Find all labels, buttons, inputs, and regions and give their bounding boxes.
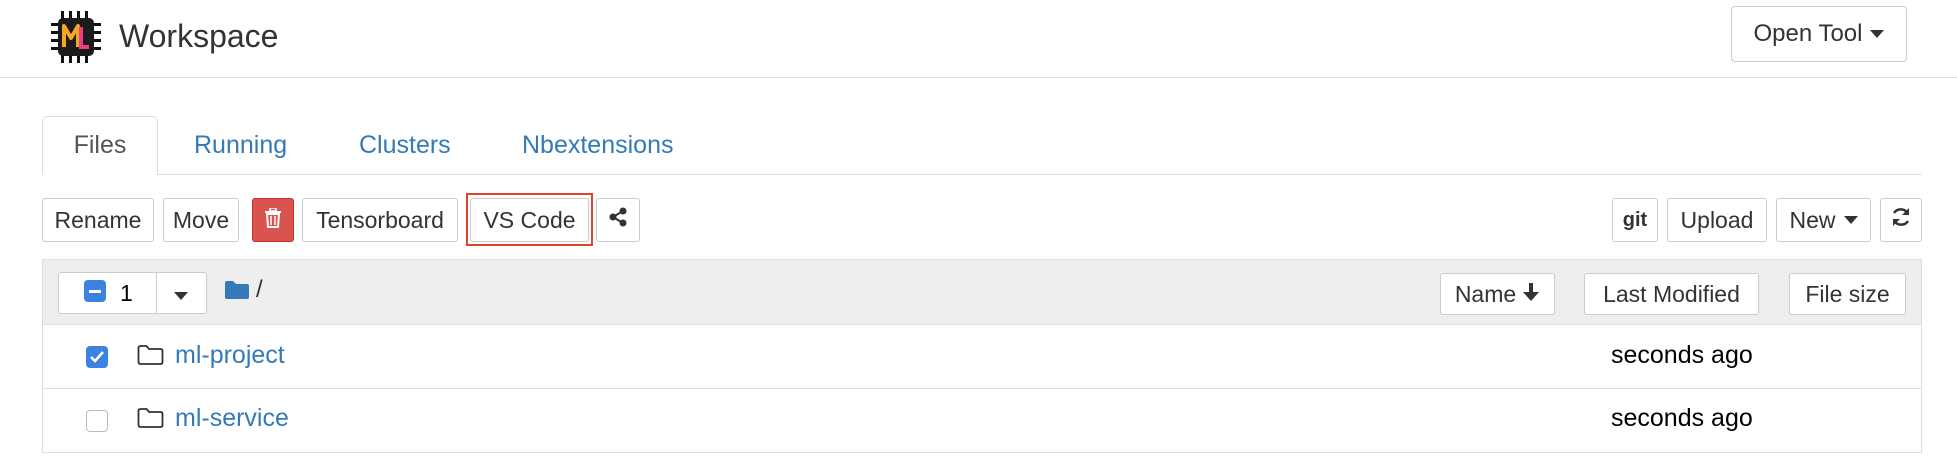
tab-running[interactable]: Running bbox=[194, 130, 287, 160]
refresh-icon bbox=[1890, 206, 1912, 234]
refresh-button[interactable] bbox=[1880, 198, 1922, 242]
delete-button[interactable] bbox=[252, 198, 294, 242]
folder-icon[interactable] bbox=[224, 280, 250, 305]
trash-icon bbox=[264, 206, 282, 234]
folder-outline-icon bbox=[137, 344, 164, 371]
folder-outline-icon bbox=[137, 407, 164, 434]
new-label: New bbox=[1789, 206, 1836, 233]
open-tool-button[interactable]: Open Tool bbox=[1731, 6, 1907, 62]
rename-button[interactable]: Rename bbox=[42, 198, 154, 242]
selected-count: 1 bbox=[120, 280, 133, 306]
vscode-highlight bbox=[466, 193, 593, 246]
share-button[interactable] bbox=[596, 198, 640, 242]
new-button[interactable]: New bbox=[1776, 198, 1871, 242]
sort-file-size-button[interactable]: File size bbox=[1789, 273, 1906, 315]
caret-down-icon bbox=[1870, 30, 1885, 38]
row-checkbox[interactable] bbox=[86, 346, 108, 368]
tab-clusters[interactable]: Clusters bbox=[359, 130, 451, 160]
select-all-checkbox[interactable] bbox=[84, 280, 106, 302]
open-tool-label: Open Tool bbox=[1753, 20, 1863, 47]
move-button[interactable]: Move bbox=[163, 198, 239, 242]
tensorboard-button[interactable]: Tensorboard bbox=[302, 198, 458, 242]
item-link[interactable]: ml-service bbox=[175, 404, 289, 433]
sort-name-button[interactable]: Name bbox=[1440, 273, 1555, 315]
item-link[interactable]: ml-project bbox=[175, 341, 285, 370]
item-modified: seconds ago bbox=[1611, 341, 1753, 369]
arrow-down-icon bbox=[1522, 281, 1540, 308]
breadcrumb[interactable]: / bbox=[256, 276, 263, 304]
select-divider bbox=[156, 273, 157, 313]
item-modified: seconds ago bbox=[1611, 404, 1753, 432]
page-title: Workspace bbox=[119, 18, 279, 54]
tab-files[interactable]: Files bbox=[42, 116, 158, 175]
upload-button[interactable]: Upload bbox=[1667, 198, 1767, 242]
tabs-divider bbox=[42, 174, 1922, 175]
caret-down-icon[interactable] bbox=[174, 292, 188, 300]
share-icon bbox=[607, 206, 629, 234]
logo-icon bbox=[49, 9, 105, 65]
row-checkbox[interactable] bbox=[86, 410, 108, 432]
sort-last-modified-button[interactable]: Last Modified bbox=[1584, 273, 1759, 315]
tab-files-label: Files bbox=[73, 131, 127, 159]
git-button[interactable]: git bbox=[1612, 198, 1658, 242]
caret-down-icon bbox=[1843, 216, 1858, 224]
sort-name-label: Name bbox=[1454, 280, 1517, 307]
app-header: Workspace Open Tool bbox=[0, 0, 1957, 78]
tab-nbextensions[interactable]: Nbextensions bbox=[522, 130, 673, 160]
